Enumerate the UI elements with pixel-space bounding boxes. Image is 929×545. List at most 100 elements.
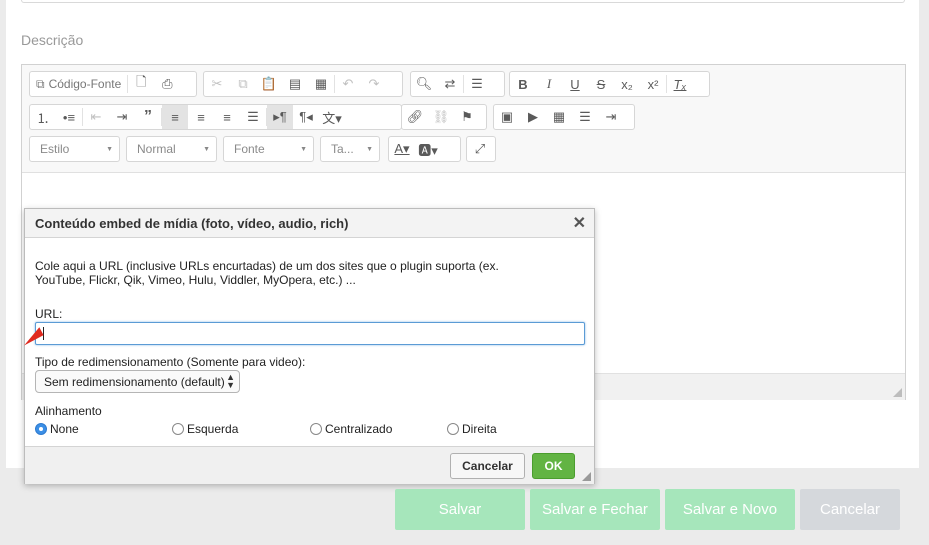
description-label: Descrição xyxy=(21,32,84,48)
subscript-icon[interactable]: x₂ xyxy=(614,72,640,96)
media-embed-icon[interactable]: ▶ xyxy=(520,105,546,129)
alignment-radio-group: None Esquerda Centralizado Direita xyxy=(35,422,585,438)
alignment-option-label: Direita xyxy=(462,422,497,436)
superscript-icon[interactable]: x² xyxy=(640,72,666,96)
font-combo[interactable]: Fonte ▼ xyxy=(223,136,314,162)
radio-checked-icon[interactable] xyxy=(35,423,47,435)
save-and-close-button[interactable]: Salvar e Fechar xyxy=(530,489,660,530)
dialog-title: Conteúdo embed de mídia (foto, vídeo, au… xyxy=(35,216,349,231)
image-icon[interactable]: ▣ xyxy=(494,105,520,129)
table-icon[interactable]: ▦ xyxy=(546,105,572,129)
select-arrows-icon: ▲ ▼ xyxy=(226,372,235,390)
alignment-option-label: None xyxy=(50,422,79,436)
underline-icon[interactable]: U xyxy=(562,72,588,96)
url-label: URL: xyxy=(35,307,63,321)
remove-format-icon[interactable]: Tₓ xyxy=(667,72,693,96)
radio-icon[interactable] xyxy=(310,423,322,435)
italic-icon[interactable]: I xyxy=(536,72,562,96)
dialog-description: Cole aqui a URL (inclusive URLs encurtad… xyxy=(35,259,555,287)
new-page-icon[interactable]: 🗋 xyxy=(128,72,154,96)
dialog-ok-button[interactable]: OK xyxy=(532,453,575,479)
source-label: Código-Fonte xyxy=(48,77,122,91)
align-center-icon[interactable]: ≡ xyxy=(188,105,214,129)
close-icon[interactable]: ✕ xyxy=(573,213,586,233)
align-left-icon[interactable]: ≡ xyxy=(162,105,188,129)
format-combo-label: Normal xyxy=(137,142,176,156)
radio-icon[interactable] xyxy=(447,423,459,435)
maximize-icon[interactable]: ⤢ xyxy=(467,137,493,161)
size-combo-label: Ta... xyxy=(331,142,354,156)
links-toolbar-group: 🔗︎ ⛓ ⚑ xyxy=(401,104,487,130)
dialog-description-line: YouTube, Flickr, Qik, Vimeo, Hulu, Viddl… xyxy=(35,273,356,287)
language-icon[interactable]: 文▾ xyxy=(319,105,345,129)
numbered-list-icon[interactable]: ⒈ xyxy=(30,105,56,129)
colors-toolbar-group: A▾ 🅰▾ xyxy=(388,136,461,162)
bulleted-list-icon[interactable]: •≡ xyxy=(56,105,82,129)
chevron-down-icon: ▼ xyxy=(203,145,210,153)
dialog-footer: Cancelar OK xyxy=(25,446,594,484)
style-combo-label: Estilo xyxy=(40,142,70,156)
save-button[interactable]: Salvar xyxy=(395,489,525,530)
rtl-icon[interactable]: ¶◂ xyxy=(293,105,319,129)
chevron-down-icon: ▼ xyxy=(106,145,113,153)
dialog-description-line: Cole aqui a URL (inclusive URLs encurtad… xyxy=(35,259,499,273)
source-icon: ⧉ xyxy=(36,76,45,91)
outdent-icon[interactable]: ⇤ xyxy=(83,105,109,129)
save-and-new-button[interactable]: Salvar e Novo xyxy=(665,489,795,530)
link-icon[interactable]: 🔗︎ xyxy=(402,105,428,129)
anchor-icon[interactable]: ⚑ xyxy=(454,105,480,129)
format-combo[interactable]: Normal ▼ xyxy=(126,136,217,162)
justify-icon[interactable]: ☰ xyxy=(240,105,266,129)
radio-icon[interactable] xyxy=(172,423,184,435)
paste-word-icon[interactable]: ▦ xyxy=(308,72,334,96)
print-icon[interactable]: ⎙ xyxy=(154,72,180,96)
tools-toolbar-group: ⤢ xyxy=(466,136,496,162)
paste-icon[interactable]: 📋 xyxy=(256,72,282,96)
resize-type-label: Tipo de redimensionamento (Somente para … xyxy=(35,355,306,369)
document-toolbar-group: ⧉ Código-Fonte 🗋 ⎙ xyxy=(29,71,197,97)
alignment-label: Alinhamento xyxy=(35,404,102,418)
font-combo-label: Fonte xyxy=(234,142,265,156)
basic-styles-toolbar-group: B I U S x₂ x² Tₓ xyxy=(509,71,710,97)
redo-icon[interactable]: ↷ xyxy=(361,72,387,96)
find-icon[interactable]: 🔍︎ xyxy=(411,72,437,96)
size-combo[interactable]: Ta... ▼ xyxy=(320,136,380,162)
editing-toolbar-group: 🔍︎ ⇄ ☰ xyxy=(410,71,505,97)
alignment-option-none[interactable]: None xyxy=(35,422,79,436)
chevron-down-icon: ▼ xyxy=(366,145,373,153)
dialog-resize-grip-icon[interactable] xyxy=(582,472,591,481)
dialog-cancel-button[interactable]: Cancelar xyxy=(450,453,525,479)
bold-icon[interactable]: B xyxy=(510,72,536,96)
replace-icon[interactable]: ⇄ xyxy=(437,72,463,96)
alignment-option-right[interactable]: Direita xyxy=(447,422,497,436)
dialog-title-bar[interactable]: Conteúdo embed de mídia (foto, vídeo, au… xyxy=(25,209,594,238)
chevron-down-icon: ▼ xyxy=(300,145,307,153)
indent-icon[interactable]: ⇥ xyxy=(109,105,135,129)
page-break-icon[interactable]: ⇥ xyxy=(598,105,624,129)
text-color-icon[interactable]: A▾ xyxy=(389,137,415,161)
resize-grip-icon[interactable] xyxy=(893,388,902,397)
copy-icon[interactable]: ⧉ xyxy=(230,72,256,96)
ltr-icon[interactable]: ▸¶ xyxy=(267,105,293,129)
cut-icon[interactable]: ✂ xyxy=(204,72,230,96)
clipboard-toolbar-group: ✂ ⧉ 📋 ▤ ▦ ↶ ↷ xyxy=(203,71,403,97)
alignment-option-left[interactable]: Esquerda xyxy=(172,422,238,436)
cancel-button[interactable]: Cancelar xyxy=(800,489,900,530)
previous-field[interactable] xyxy=(21,0,905,3)
source-button[interactable]: ⧉ Código-Fonte xyxy=(30,72,127,96)
style-combo[interactable]: Estilo ▼ xyxy=(29,136,120,162)
undo-icon[interactable]: ↶ xyxy=(335,72,361,96)
unlink-icon[interactable]: ⛓ xyxy=(428,105,454,129)
align-right-icon[interactable]: ≡ xyxy=(214,105,240,129)
resize-type-value: Sem redimensionamento (default) xyxy=(44,375,225,389)
alignment-option-center[interactable]: Centralizado xyxy=(310,422,392,436)
resize-type-select[interactable]: Sem redimensionamento (default) ▲ ▼ xyxy=(35,370,240,393)
spellcheck-icon[interactable]: ☰ xyxy=(464,72,490,96)
url-input[interactable] xyxy=(35,322,585,345)
blockquote-icon[interactable]: ” xyxy=(135,105,161,129)
horizontal-rule-icon[interactable]: ☰ xyxy=(572,105,598,129)
bg-color-icon[interactable]: 🅰▾ xyxy=(415,137,441,161)
strike-icon[interactable]: S xyxy=(588,72,614,96)
paragraph-toolbar-group: ⒈ •≡ ⇤ ⇥ ” ≡ ≡ ≡ ☰ ▸¶ ¶◂ 文▾ xyxy=(29,104,402,130)
paste-text-icon[interactable]: ▤ xyxy=(282,72,308,96)
